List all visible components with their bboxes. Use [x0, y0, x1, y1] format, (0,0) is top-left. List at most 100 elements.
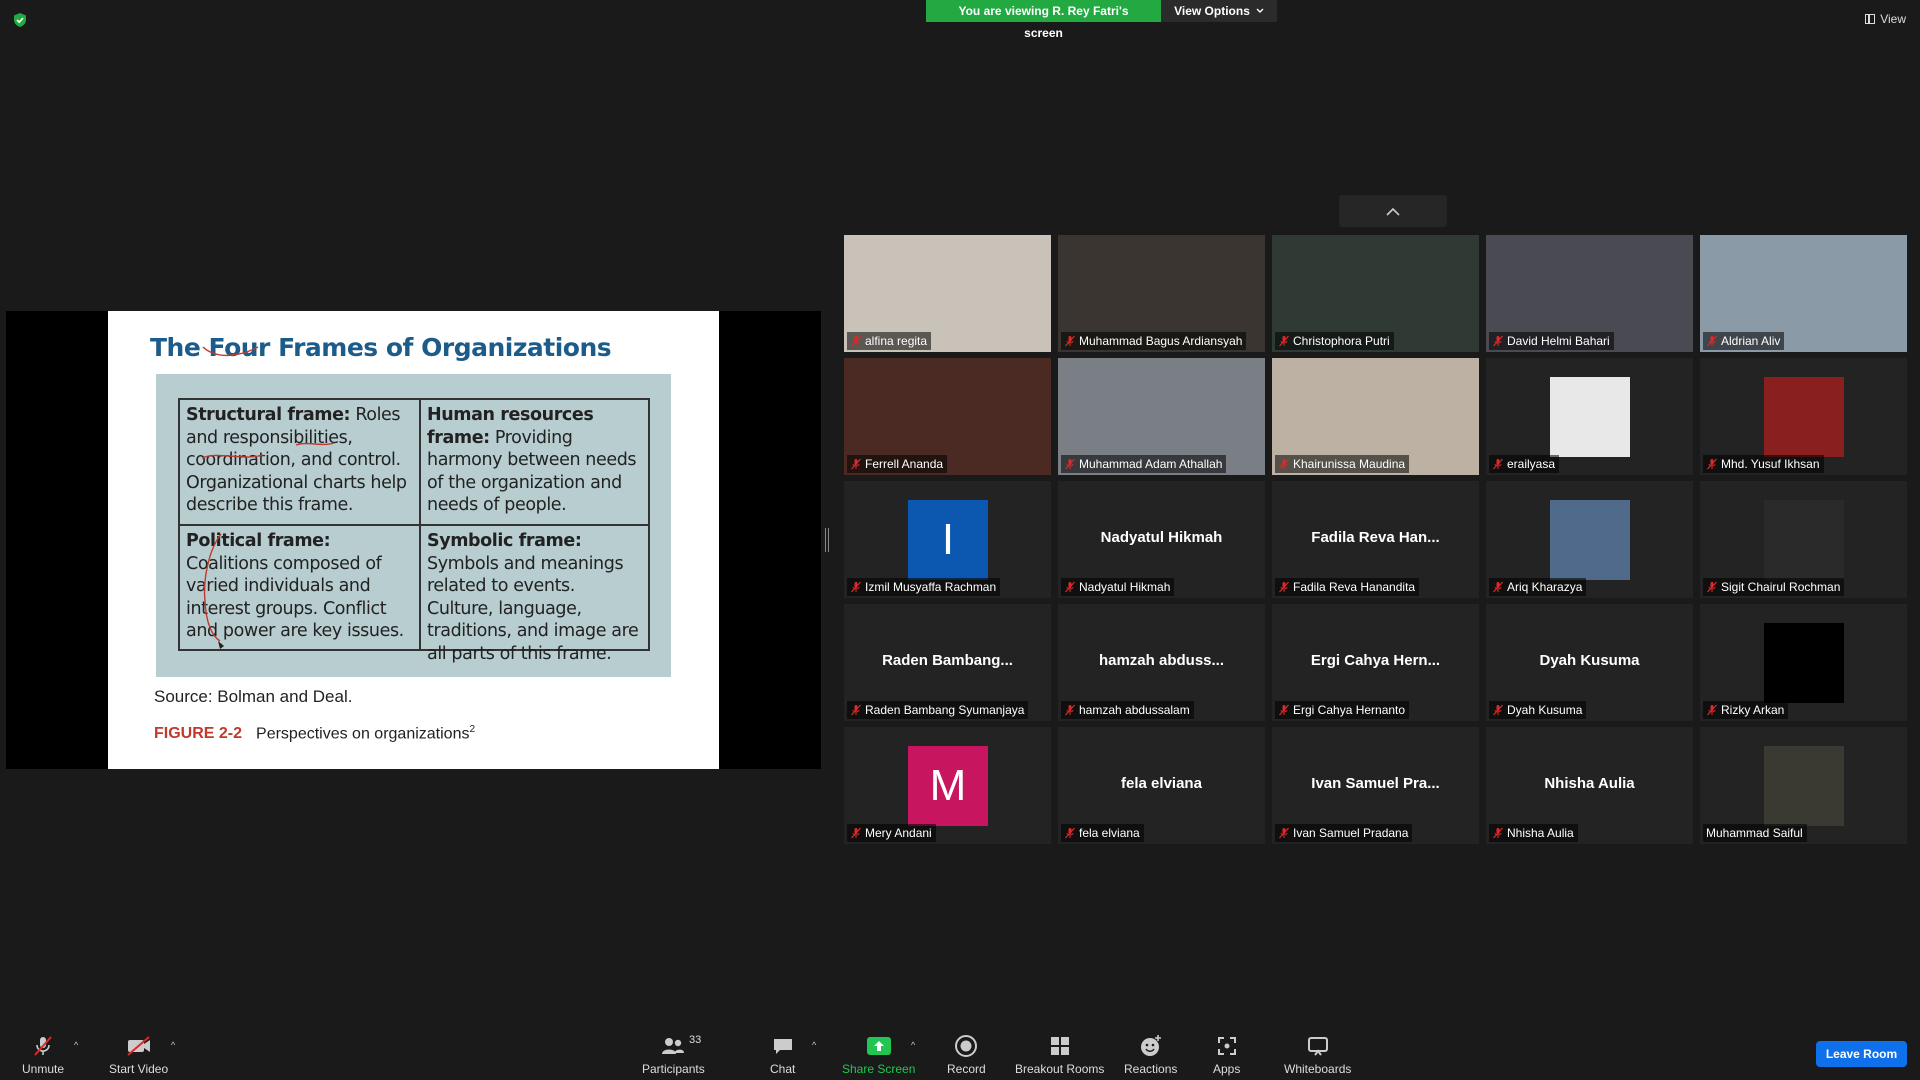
participant-tile[interactable]: Nhisha Aulia Nhisha Aulia [1486, 727, 1693, 844]
participant-tile[interactable]: Fadila Reva Han... Fadila Reva Hanandita [1272, 481, 1479, 598]
participant-tile[interactable]: erailyasa [1486, 358, 1693, 475]
participant-name-label: erailyasa [1489, 455, 1560, 473]
audio-options-caret[interactable]: ^ [74, 1040, 78, 1050]
participant-tile[interactable]: Raden Bambang... Raden Bambang Syumanjaya [844, 604, 1051, 721]
participant-name: Rizky Arkan [1721, 703, 1785, 717]
participant-name-label: Muhammad Adam Athallah [1061, 455, 1227, 473]
muted-mic-icon [1707, 458, 1717, 470]
participant-name-label: Christophora Putri [1275, 332, 1394, 350]
participant-name: Mery Andani [865, 826, 932, 840]
muted-mic-icon [1707, 704, 1717, 716]
chevron-up-icon [1386, 207, 1400, 216]
muted-mic-icon [851, 704, 861, 716]
participant-tile[interactable]: fela elviana fela elviana [1058, 727, 1265, 844]
muted-mic-icon [1493, 704, 1503, 716]
participant-tile[interactable]: hamzah abduss... hamzah abdussalam [1058, 604, 1265, 721]
meeting-window: You are viewing R. Rey Fatri's screen Vi… [0, 0, 1920, 1080]
participant-name: Khairunissa Maudina [1293, 457, 1406, 471]
encryption-shield-icon[interactable] [12, 12, 28, 28]
slide-source: Source: Bolman and Deal. [154, 687, 353, 706]
reactions-button[interactable]: Reactions [1124, 1034, 1177, 1076]
initial-avatar: I [908, 500, 988, 580]
muted-mic-icon [851, 581, 861, 593]
participant-tile[interactable]: Christophora Putri [1272, 235, 1479, 352]
participant-tile[interactable]: Dyah Kusuma Dyah Kusuma [1486, 604, 1693, 721]
viewing-screen-text: You are viewing R. Rey Fatri's screen [926, 0, 1161, 40]
share-screen-button[interactable]: Share Screen [842, 1034, 915, 1076]
participant-name: hamzah abdussalam [1079, 703, 1190, 717]
participant-tile[interactable]: I Izmil Musyaffa Rachman [844, 481, 1051, 598]
view-label: View [1880, 12, 1906, 26]
participant-tile[interactable]: Sigit Chairul Rochman [1700, 481, 1907, 598]
shared-screen[interactable]: The Four Frames of Organizations Structu… [6, 311, 821, 769]
participant-display-name: Nadyatul Hikmah [1100, 529, 1223, 546]
record-label: Record [947, 1062, 986, 1076]
muted-mic-icon [851, 335, 861, 347]
participant-tile[interactable]: Rizky Arkan [1700, 604, 1907, 721]
whiteboards-button[interactable]: Whiteboards [1284, 1034, 1351, 1076]
collapse-gallery-button[interactable] [1339, 195, 1447, 227]
participant-tile[interactable]: Muhammad Bagus Ardiansyah [1058, 235, 1265, 352]
share-options-caret[interactable]: ^ [911, 1040, 915, 1050]
participant-tile[interactable]: Ferrell Ananda [844, 358, 1051, 475]
participant-tile[interactable]: David Helmi Bahari [1486, 235, 1693, 352]
participant-tile[interactable]: Khairunissa Maudina [1272, 358, 1479, 475]
reactions-label: Reactions [1124, 1062, 1178, 1076]
participant-name: Nhisha Aulia [1507, 826, 1574, 840]
breakout-rooms-label: Breakout Rooms [1015, 1062, 1105, 1076]
participant-name: Mhd. Yusuf Ikhsan [1721, 457, 1820, 471]
participant-display-name: Raden Bambang... [882, 652, 1013, 669]
view-button[interactable]: View [1865, 12, 1906, 26]
slide-figure-caption: FIGURE 2-2 Perspectives on organizations2 [154, 724, 475, 743]
participant-tile[interactable]: Ergi Cahya Hern... Ergi Cahya Hernanto [1272, 604, 1479, 721]
participant-name: Ariq Kharazya [1507, 580, 1583, 594]
view-options-label: View Options [1174, 4, 1250, 18]
muted-mic-icon [1493, 827, 1503, 839]
participant-display-name: Nhisha Aulia [1544, 775, 1635, 792]
resize-splitter[interactable] [825, 528, 829, 552]
chat-button[interactable]: Chat [770, 1034, 795, 1076]
participant-tile[interactable]: M Mery Andani [844, 727, 1051, 844]
participant-display-name: Dyah Kusuma [1539, 652, 1640, 669]
muted-mic-icon [1065, 458, 1075, 470]
whiteboards-label: Whiteboards [1284, 1062, 1352, 1076]
participant-name-label: David Helmi Bahari [1489, 332, 1614, 350]
participant-tile[interactable]: Aldrian Aliv [1700, 235, 1907, 352]
figure-label: FIGURE 2-2 [154, 725, 243, 743]
chat-options-caret[interactable]: ^ [812, 1040, 816, 1050]
video-options-caret[interactable]: ^ [171, 1040, 175, 1050]
participant-name: David Helmi Bahari [1507, 334, 1610, 348]
view-options-button[interactable]: View Options [1161, 0, 1277, 22]
frame-cell-political: Political frame: Coalitions composed of … [180, 526, 421, 649]
participant-name: Dyah Kusuma [1507, 703, 1583, 717]
start-video-label: Start Video [109, 1062, 169, 1076]
participant-name: Aldrian Aliv [1721, 334, 1781, 348]
muted-mic-icon [1493, 581, 1503, 593]
record-icon [954, 1034, 978, 1058]
participant-name-label: Muhammad Saiful [1703, 824, 1807, 842]
participant-tile[interactable]: Ivan Samuel Pra... Ivan Samuel Pradana [1272, 727, 1479, 844]
participant-name: erailyasa [1507, 457, 1556, 471]
record-button[interactable]: Record [947, 1034, 986, 1076]
unmute-button[interactable]: Unmute [22, 1034, 64, 1076]
participant-name-label: Ferrell Ananda [847, 455, 948, 473]
participants-label: Participants [642, 1062, 705, 1076]
participant-tile[interactable]: Mhd. Yusuf Ikhsan [1700, 358, 1907, 475]
participant-tile[interactable]: Muhammad Saiful [1700, 727, 1907, 844]
participant-display-name: fela elviana [1121, 775, 1202, 792]
muted-mic-icon [1707, 335, 1717, 347]
profile-picture [1764, 746, 1844, 826]
profile-picture [1550, 500, 1630, 580]
apps-button[interactable]: Apps [1213, 1034, 1240, 1076]
chat-icon [771, 1034, 795, 1058]
participant-tile[interactable]: Muhammad Adam Athallah [1058, 358, 1265, 475]
participant-tile[interactable]: Nadyatul Hikmah Nadyatul Hikmah [1058, 481, 1265, 598]
apps-icon [1215, 1034, 1239, 1058]
participant-tile[interactable]: alfina regita [844, 235, 1051, 352]
muted-mic-icon [31, 1034, 55, 1058]
reactions-icon [1139, 1034, 1163, 1058]
participant-tile[interactable]: Ariq Kharazya [1486, 481, 1693, 598]
breakout-rooms-button[interactable]: Breakout Rooms [1015, 1034, 1104, 1076]
start-video-button[interactable]: Start Video [109, 1034, 168, 1076]
leave-room-button[interactable]: Leave Room [1816, 1041, 1907, 1067]
